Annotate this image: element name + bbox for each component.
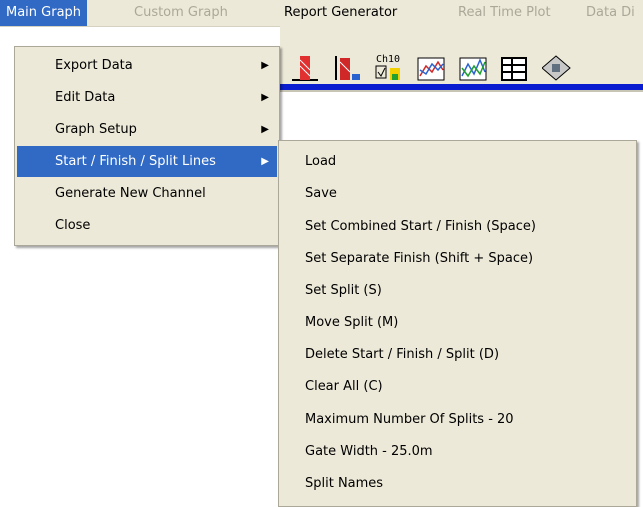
submenu-item-set-separate-finish[interactable]: Set Separate Finish (Shift + Space) [281,244,634,273]
submenu-item-split-names[interactable]: Split Names [281,469,634,498]
split-lines-submenu: Load Save Set Combined Start / Finish (S… [278,140,637,507]
graph-header-shadow [280,90,643,92]
submenu-item-clear-all[interactable]: Clear All (C) [281,372,634,401]
submenu-item-load[interactable]: Load [281,147,634,176]
calculator-icon[interactable] [541,52,572,84]
submenu-item-move-split[interactable]: Move Split (M) [281,308,634,337]
submenu-item-gate-width[interactable]: Gate Width - 25.0m [281,437,634,466]
menu-item-close[interactable]: Close [17,210,277,241]
chart-red-icon[interactable] [290,52,320,84]
menu-item-label: Start / Finish / Split Lines [55,154,216,169]
menu-item-label: Export Data [55,58,133,73]
graph-alt-icon[interactable] [458,52,488,84]
submenu-arrow-icon: ▶ [261,92,269,103]
submenu-arrow-icon: ▶ [261,156,269,167]
graph-icon[interactable] [416,52,446,84]
submenu-item-set-combined-start-finish[interactable]: Set Combined Start / Finish (Space) [281,212,634,241]
menu-custom-graph[interactable]: Custom Graph [128,0,234,26]
chart-red-icon-2[interactable] [332,52,362,84]
channel-label: Ch10 [376,54,400,65]
menu-item-label: Generate New Channel [55,186,206,201]
menu-main-graph[interactable]: Main Graph [0,0,88,26]
menu-real-time-plot[interactable]: Real Time Plot [452,0,557,26]
submenu-item-delete-start-finish-split[interactable]: Delete Start / Finish / Split (D) [281,340,634,369]
toolbar: Ch10 [280,26,643,84]
submenu-item-set-split[interactable]: Set Split (S) [281,276,634,305]
menu-item-label: Edit Data [55,90,116,105]
menu-item-export-data[interactable]: Export Data ▶ [17,50,277,81]
submenu-item-max-splits[interactable]: Maximum Number Of Splits - 20 [281,405,634,434]
menu-item-label: Graph Setup [55,122,137,137]
menu-item-generate-new-channel[interactable]: Generate New Channel [17,178,277,209]
menu-item-edit-data[interactable]: Edit Data ▶ [17,82,277,113]
channel-icon[interactable]: Ch10 [374,52,404,84]
submenu-arrow-icon: ▶ [261,124,269,135]
table-icon[interactable] [500,52,530,84]
menu-bar: Main Graph Custom Graph Report Generator… [0,0,643,27]
menu-report-generator[interactable]: Report Generator [278,0,403,26]
menu-item-label: Close [55,218,91,233]
main-graph-menu: Export Data ▶ Edit Data ▶ Graph Setup ▶ … [14,46,280,246]
submenu-arrow-icon: ▶ [261,60,269,71]
menu-item-start-finish-split-lines[interactable]: Start / Finish / Split Lines ▶ [17,146,277,177]
submenu-item-save[interactable]: Save [281,179,634,208]
menu-data-display[interactable]: Data Di [580,0,641,26]
menu-item-graph-setup[interactable]: Graph Setup ▶ [17,114,277,145]
